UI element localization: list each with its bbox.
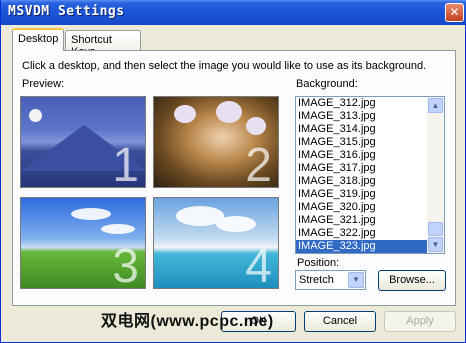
list-item[interactable]: IMAGE_320.jpg [296, 201, 427, 214]
list-item[interactable]: IMAGE_321.jpg [296, 214, 427, 227]
desktop-number: 3 [112, 240, 139, 289]
desktop-preview-2[interactable]: 2 [153, 96, 279, 188]
list-item[interactable]: IMAGE_319.jpg [296, 188, 427, 201]
desktop-number: 2 [245, 139, 272, 188]
settings-window: MSVDM Settings ✕ Desktop Shortcut Keys C… [0, 0, 466, 343]
list-item[interactable]: IMAGE_313.jpg [296, 110, 427, 123]
position-select[interactable]: Stretch ▼ [295, 270, 366, 290]
list-item[interactable]: IMAGE_317.jpg [296, 162, 427, 175]
preview-label: Preview: [22, 78, 65, 90]
moon-graphic [29, 109, 42, 122]
list-item-selected[interactable]: IMAGE_323.jpg [296, 240, 427, 253]
background-listbox[interactable]: IMAGE_312.jpg IMAGE_313.jpg IMAGE_314.jp… [295, 96, 445, 254]
list-item[interactable]: IMAGE_312.jpg [296, 97, 427, 110]
chevron-down-icon: ▼ [431, 240, 440, 249]
list-scrollbar[interactable]: ▲ ▼ [427, 97, 444, 253]
desktop-number: 4 [245, 240, 272, 289]
list-item[interactable]: IMAGE_315.jpg [296, 136, 427, 149]
watermark-text: 双电网(www.pcpc.me) [101, 313, 274, 330]
title-bar[interactable]: MSVDM Settings ✕ [1, 0, 466, 25]
desktop-tab-panel: Click a desktop, and then select the ima… [12, 50, 456, 306]
list-item[interactable]: IMAGE_316.jpg [296, 149, 427, 162]
position-value: Stretch [299, 274, 334, 286]
tab-desktop[interactable]: Desktop [12, 28, 64, 51]
list-item[interactable]: IMAGE_322.jpg [296, 227, 427, 240]
position-label: Position: [297, 257, 340, 269]
tab-shortcut-keys[interactable]: Shortcut Keys [65, 30, 141, 58]
scroll-down-button[interactable]: ▼ [428, 237, 443, 252]
chevron-up-icon: ▲ [431, 101, 440, 110]
cancel-button[interactable]: Cancel [304, 311, 376, 332]
chevron-down-icon[interactable]: ▼ [348, 272, 364, 288]
window-title: MSVDM Settings [8, 4, 125, 19]
desktop-preview-1[interactable]: 1 [20, 96, 146, 188]
instructions-text: Click a desktop, and then select the ima… [22, 60, 427, 72]
orchid-graphic [216, 101, 242, 123]
background-label: Background: [296, 78, 358, 90]
desktop-preview-4[interactable]: 4 [153, 197, 279, 289]
orchid-graphic [246, 117, 266, 135]
list-item[interactable]: IMAGE_318.jpg [296, 175, 427, 188]
scrollbar-thumb[interactable] [428, 222, 443, 236]
close-button[interactable]: ✕ [445, 3, 464, 22]
background-list: IMAGE_312.jpg IMAGE_313.jpg IMAGE_314.jp… [296, 97, 427, 253]
desktop-preview-3[interactable]: 3 [20, 197, 146, 289]
desktop-number: 1 [112, 139, 139, 188]
cloud-graphic [101, 224, 135, 234]
close-icon: ✕ [449, 5, 460, 19]
apply-button[interactable]: Apply [384, 311, 456, 332]
cloud-graphic [71, 208, 111, 220]
cloud-graphic [216, 216, 256, 232]
list-item[interactable]: IMAGE_314.jpg [296, 123, 427, 136]
browse-button[interactable]: Browse... [378, 270, 446, 291]
orchid-graphic [174, 105, 196, 123]
scroll-up-button[interactable]: ▲ [428, 98, 443, 113]
